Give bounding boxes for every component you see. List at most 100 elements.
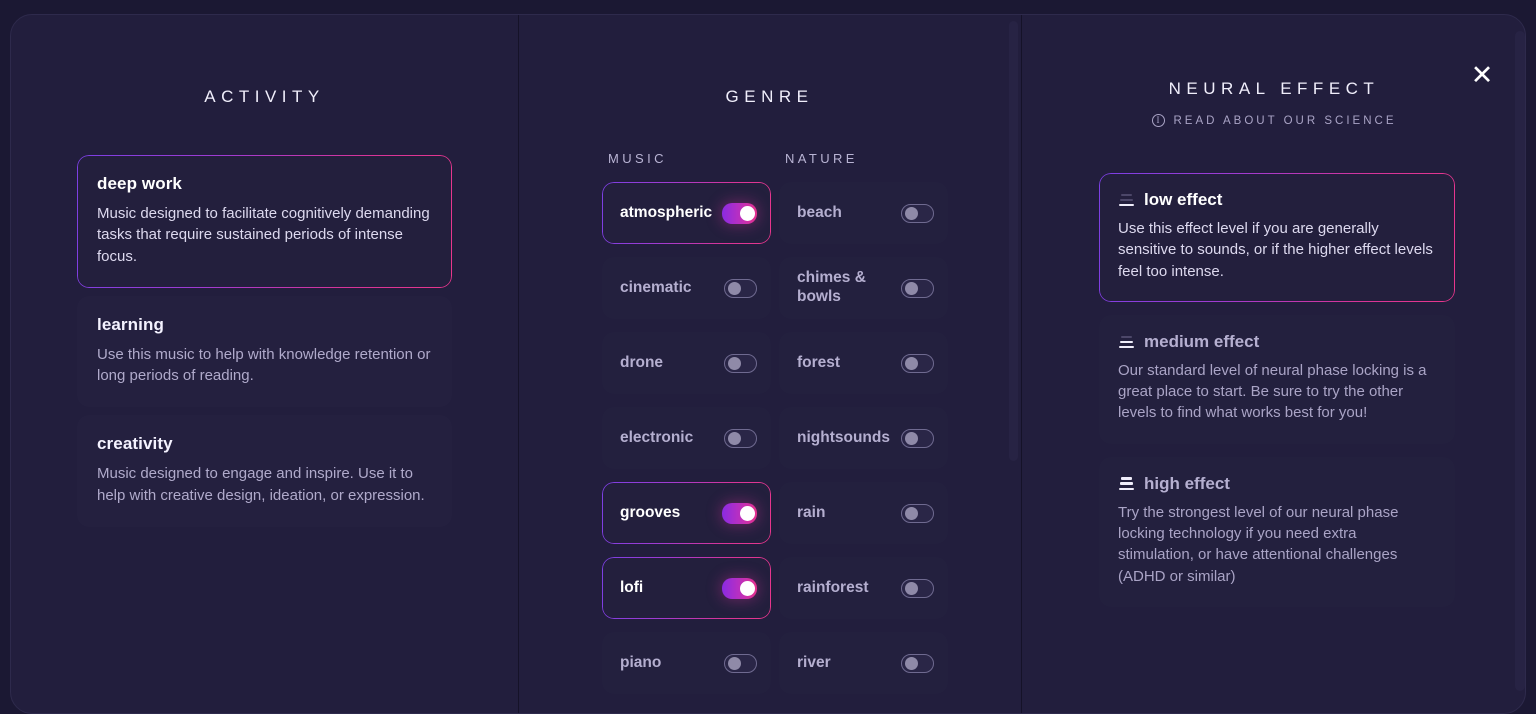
- toggle-knob: [904, 206, 918, 220]
- activity-description: Music designed to engage and inspire. Us…: [97, 465, 425, 504]
- toggle-knob: [904, 356, 918, 370]
- genre-label: piano: [620, 653, 662, 671]
- genre-card[interactable]: piano: [602, 632, 771, 694]
- toggle-knob: [727, 281, 741, 295]
- genre-card[interactable]: cinematic: [602, 257, 771, 319]
- genre-card[interactable]: nightsounds: [779, 407, 948, 469]
- activity-card[interactable]: creativity Music designed to engage and i…: [77, 415, 452, 528]
- genre-toggle[interactable]: [901, 278, 934, 298]
- neural-effect-card[interactable]: medium effect Our standard level of neura…: [1099, 314, 1455, 444]
- neural-effect-description: Our standard level of neural phase locki…: [1118, 361, 1427, 422]
- genre-label: lofi: [620, 578, 644, 596]
- toggle-knob: [740, 580, 755, 596]
- genre-card[interactable]: chimes & bowls: [779, 257, 948, 319]
- activity-column: ACTIVITY deep work Music designed to faci…: [11, 15, 518, 713]
- genre-toggle[interactable]: [722, 502, 757, 524]
- genre-toggle[interactable]: [724, 428, 757, 448]
- genre-group-title: MUSIC: [608, 151, 667, 166]
- toggle-knob: [727, 656, 741, 670]
- genre-toggle[interactable]: [722, 577, 757, 599]
- activity-description: Music designed to facilitate cognitively…: [97, 205, 430, 265]
- genre-label: rainforest: [797, 578, 869, 596]
- genre-scrollbar[interactable]: [1009, 21, 1018, 461]
- genre-toggle[interactable]: [901, 653, 934, 673]
- genre-label: electronic: [620, 428, 694, 446]
- close-icon[interactable]: ✕: [1467, 61, 1497, 91]
- genre-group: NATURE beach chimes & bowls forest nightsoun…: [779, 151, 948, 707]
- genre-card[interactable]: drone: [602, 332, 771, 394]
- genre-label: nightsounds: [797, 428, 890, 446]
- genre-column-title: GENRE: [725, 87, 814, 106]
- genre-toggle[interactable]: [901, 353, 934, 373]
- genre-toggle[interactable]: [901, 203, 934, 223]
- genre-group-title: NATURE: [785, 151, 858, 166]
- neural-effect-description: Use this effect level if you are general…: [1118, 220, 1433, 280]
- genre-card[interactable]: grooves: [602, 482, 771, 544]
- activity-card[interactable]: deep work Music designed to facilitate co…: [77, 155, 452, 288]
- toggle-knob: [904, 506, 918, 520]
- activity-name: deep work: [97, 174, 182, 193]
- preferences-modal: ACTIVITY deep work Music designed to faci…: [10, 14, 1526, 714]
- genre-label: grooves: [620, 503, 681, 521]
- neural-effect-column: NEURAL EFFECT i READ ABOUT OUR SCIENCE l…: [1021, 15, 1525, 713]
- genre-card[interactable]: forest: [779, 332, 948, 394]
- genre-card[interactable]: rain: [779, 482, 948, 544]
- genre-label: chimes & bowls: [797, 269, 866, 305]
- activity-name: creativity: [97, 434, 173, 454]
- genre-toggle[interactable]: [724, 353, 757, 373]
- genre-card[interactable]: atmospheric: [602, 182, 771, 244]
- activity-list: deep work Music designed to facilitate co…: [11, 155, 518, 528]
- genre-column: GENRE MUSIC atmospheric cinematic drone elec…: [518, 15, 1021, 713]
- genre-label: cinematic: [620, 278, 692, 296]
- genre-toggle[interactable]: [722, 202, 757, 224]
- toggle-knob: [904, 656, 918, 670]
- genre-card[interactable]: lofi: [602, 557, 771, 619]
- toggle-knob: [740, 205, 755, 221]
- neural-effect-header: low effect: [1118, 190, 1433, 210]
- neural-effect-column-title: NEURAL EFFECT: [1168, 79, 1380, 98]
- genre-label: forest: [797, 353, 841, 371]
- activity-column-title: ACTIVITY: [204, 87, 325, 106]
- effect-level-icon: [1118, 193, 1134, 207]
- activity-card[interactable]: learning Use this music to help with know…: [77, 295, 452, 408]
- genre-label: beach: [797, 203, 842, 221]
- toggle-knob: [740, 505, 755, 521]
- neural-effect-header: medium effect: [1118, 332, 1433, 352]
- neural-effect-description: Try the strongest level of our neural ph…: [1118, 503, 1399, 585]
- page-scrollbar[interactable]: [1515, 31, 1525, 691]
- activity-description: Use this music to help with knowledge re…: [97, 345, 431, 385]
- neural-effect-list: low effect Use this effect level if you a…: [1021, 173, 1525, 607]
- activity-name: learning: [97, 314, 164, 334]
- toggle-knob: [904, 581, 918, 595]
- genre-card[interactable]: river: [779, 632, 948, 694]
- neural-effect-header: high effect: [1118, 474, 1433, 494]
- genre-card[interactable]: electronic: [602, 407, 771, 469]
- genre-toggle[interactable]: [901, 503, 934, 523]
- neural-effect-card[interactable]: high effect Try the strongest level of ou…: [1099, 456, 1455, 607]
- toggle-knob: [904, 281, 918, 295]
- genre-group: MUSIC atmospheric cinematic drone electronic…: [602, 151, 771, 707]
- genre-toggle[interactable]: [724, 278, 757, 298]
- neural-effect-name: high effect: [1144, 473, 1230, 493]
- genre-label: river: [797, 653, 831, 671]
- genre-card[interactable]: rainforest: [779, 557, 948, 619]
- genre-label: atmospheric: [620, 203, 713, 221]
- genre-label: drone: [620, 353, 664, 371]
- effect-level-icon: [1118, 477, 1134, 491]
- genre-groups: MUSIC atmospheric cinematic drone electronic…: [518, 151, 1021, 707]
- neural-effect-name: medium effect: [1144, 331, 1260, 351]
- neural-effect-card[interactable]: low effect Use this effect level if you a…: [1099, 173, 1455, 302]
- genre-toggle[interactable]: [724, 653, 757, 673]
- genre-label: rain: [797, 503, 826, 521]
- read-about-science-link[interactable]: i READ ABOUT OUR SCIENCE: [1021, 114, 1525, 127]
- neural-effect-name: low effect: [1144, 190, 1223, 209]
- genre-toggle[interactable]: [901, 578, 934, 598]
- toggle-knob: [727, 431, 741, 445]
- toggle-knob: [904, 431, 918, 445]
- read-about-science-label: READ ABOUT OUR SCIENCE: [1173, 114, 1397, 127]
- toggle-knob: [727, 356, 741, 370]
- effect-level-icon: [1118, 335, 1134, 349]
- info-icon: i: [1151, 114, 1165, 127]
- genre-toggle[interactable]: [901, 428, 934, 448]
- genre-card[interactable]: beach: [779, 182, 948, 244]
